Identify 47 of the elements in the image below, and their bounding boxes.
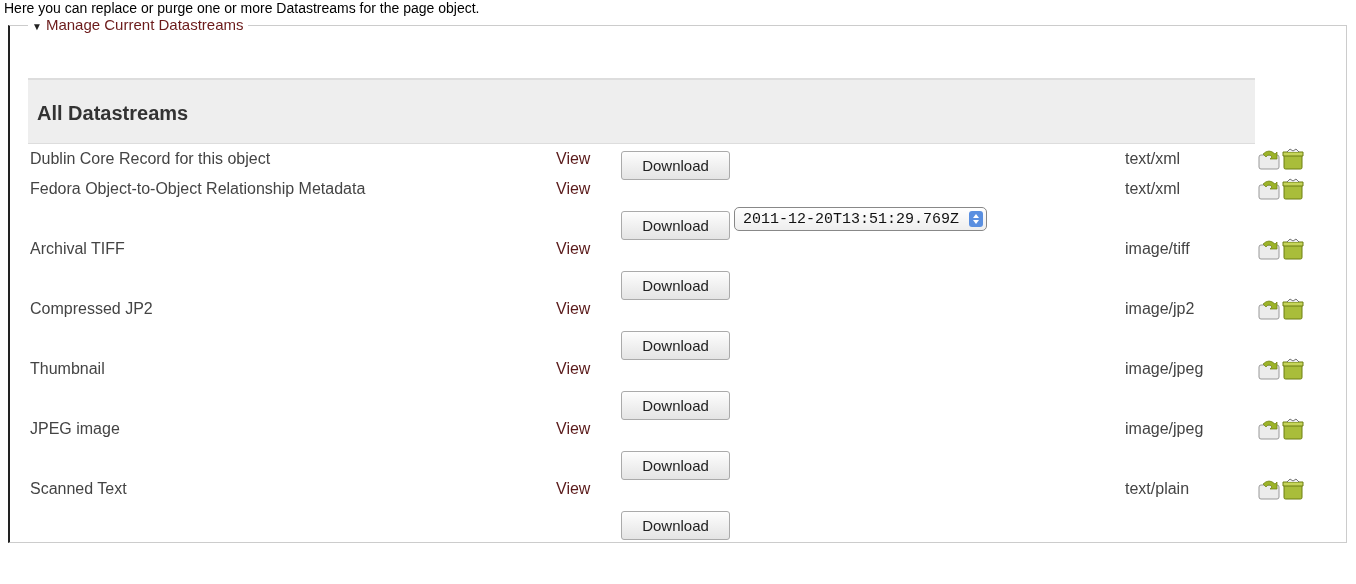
view-link[interactable]: View xyxy=(556,240,621,258)
section-title: All Datastreams xyxy=(37,102,189,125)
datastream-label: Scanned Text xyxy=(30,480,128,498)
stepper-icon xyxy=(969,211,984,227)
download-button[interactable]: Download xyxy=(621,450,730,480)
download-button[interactable]: Download xyxy=(621,210,730,240)
replace-icon[interactable] xyxy=(1258,478,1280,500)
trash-icon[interactable] xyxy=(1282,418,1304,440)
datastream-label: Archival TIFF xyxy=(30,240,126,258)
datastream-label: JPEG image xyxy=(30,420,121,438)
mime-type: image/jpeg xyxy=(1125,420,1205,438)
download-button[interactable]: Download xyxy=(621,270,730,300)
replace-icon[interactable] xyxy=(1258,148,1280,170)
mime-type: text/xml xyxy=(1125,150,1182,168)
view-link[interactable]: View xyxy=(556,180,621,198)
section-toggle[interactable]: ▼ Manage Current Datastreams xyxy=(32,16,244,33)
datastream-label: Thumbnail xyxy=(30,360,106,378)
datastream-label: Dublin Core Record for this object xyxy=(30,150,272,168)
view-link[interactable]: View xyxy=(556,420,621,438)
replace-icon[interactable] xyxy=(1258,418,1280,440)
trash-icon[interactable] xyxy=(1282,478,1304,500)
view-link[interactable]: View xyxy=(556,360,621,378)
mime-type: text/xml xyxy=(1125,180,1182,198)
replace-icon[interactable] xyxy=(1258,358,1280,380)
view-link[interactable]: View xyxy=(556,150,621,168)
version-select[interactable]: 2011-12-20T13:51:29.769Z xyxy=(734,207,988,231)
download-button[interactable]: Download xyxy=(621,150,730,180)
intro-text: Here you can replace or purge one or more Datastreams for the page object. xyxy=(3,0,481,16)
mime-type: image/jpeg xyxy=(1125,360,1205,378)
replace-icon[interactable] xyxy=(1258,298,1280,320)
mime-type: image/tiff xyxy=(1125,240,1191,258)
trash-icon[interactable] xyxy=(1282,178,1304,200)
replace-icon[interactable] xyxy=(1258,178,1280,200)
mime-type: text/plain xyxy=(1125,480,1191,498)
view-link[interactable]: View xyxy=(556,480,621,498)
trash-icon[interactable] xyxy=(1282,148,1304,170)
mime-type: image/jp2 xyxy=(1125,300,1196,318)
datastream-label: Fedora Object-to-Object Relationship Metadata xyxy=(30,180,367,198)
download-button[interactable]: Download xyxy=(621,510,730,540)
download-button[interactable]: Download xyxy=(621,390,730,420)
trash-icon[interactable] xyxy=(1282,238,1304,260)
trash-icon[interactable] xyxy=(1282,298,1304,320)
datastream-label: Compressed JP2 xyxy=(30,300,154,318)
view-link[interactable]: View xyxy=(556,300,621,318)
trash-icon[interactable] xyxy=(1282,358,1304,380)
replace-icon[interactable] xyxy=(1258,238,1280,260)
download-button[interactable]: Download xyxy=(621,330,730,360)
